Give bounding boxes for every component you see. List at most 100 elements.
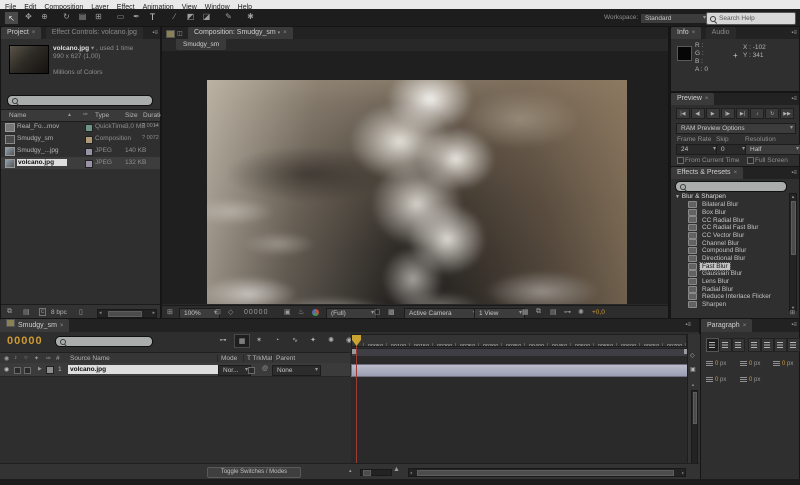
previous-frame-button[interactable]: ◀| — [691, 108, 705, 119]
effects-group-row[interactable]: ▼ Blur & Sharpen — [675, 193, 726, 200]
column-type[interactable]: Type — [95, 112, 109, 119]
time-ruler[interactable]: 0005000100001500020000250003000035000400… — [351, 334, 687, 347]
viewer-timecode[interactable]: 00000 — [244, 309, 268, 316]
resolution-preview-dropdown[interactable]: Half — [745, 144, 800, 155]
footage-thumbnail[interactable] — [9, 45, 49, 74]
rotation-tool-icon[interactable]: ↻ — [60, 12, 73, 21]
show-channel-icon[interactable] — [312, 309, 319, 316]
hide-shy-layers-icon[interactable]: ◔ — [270, 334, 284, 346]
indent-right-field[interactable]: 0 px — [773, 361, 793, 367]
brainstorm-icon[interactable]: ✺ — [324, 334, 338, 346]
label-color-chip[interactable] — [85, 160, 93, 168]
effect-item[interactable]: CC Vector Blur — [671, 232, 791, 240]
magnification-dropdown[interactable]: 100% — [179, 308, 220, 319]
layer-mode-dropdown[interactable]: Nor... — [218, 365, 251, 376]
fast-previews-icon[interactable]: ⧉ — [536, 308, 541, 316]
pen-tool-icon[interactable]: ✒ — [130, 12, 143, 21]
from-current-time-checkbox[interactable] — [677, 157, 684, 164]
column-mode[interactable]: Mode — [217, 355, 237, 362]
full-screen-checkbox[interactable] — [747, 157, 754, 164]
effect-item[interactable]: Reduce Interlace Flicker — [671, 293, 791, 301]
draft-3d-icon[interactable]: ✶ — [252, 334, 266, 346]
loop-button[interactable]: ↻ — [765, 108, 779, 119]
effect-item[interactable]: Bilateral Blur — [671, 201, 791, 209]
timeline-timecode[interactable]: 00000 — [7, 335, 43, 347]
grid-options-icon[interactable]: ⊞ — [167, 308, 173, 316]
comp-flowchart-icon[interactable]: ⊶ — [564, 308, 571, 316]
panel-menu-icon[interactable]: ▪≡ — [791, 321, 797, 329]
layer-solo-checkbox[interactable] — [24, 367, 31, 374]
align-right-button[interactable] — [732, 338, 745, 352]
close-icon[interactable]: × — [32, 30, 36, 36]
project-search-input[interactable] — [7, 95, 153, 106]
layer-source-name[interactable]: volcano.jpg — [68, 365, 218, 374]
tab-preview[interactable]: Preview× — [671, 93, 714, 105]
panel-menu-icon[interactable]: ▪≡ — [685, 321, 691, 329]
effect-item-selected[interactable]: Fast Blur — [671, 263, 791, 271]
toggle-switches-modes-button[interactable]: Toggle Switches / Modes — [207, 467, 301, 478]
mask-visibility-icon[interactable]: ◇ — [228, 308, 233, 316]
tab-info[interactable]: Info× — [671, 27, 701, 39]
effect-item[interactable]: Box Blur — [671, 209, 791, 217]
effect-item[interactable]: Radial Blur — [671, 286, 791, 294]
effects-search-input[interactable] — [675, 181, 787, 192]
layer-trkmat-checkbox[interactable] — [248, 367, 255, 374]
roto-brush-tool-icon[interactable]: ✎ — [222, 12, 235, 21]
project-row-volcano[interactable]: volcano.jpg JPEG 132 KB — [1, 157, 160, 169]
chevron-down-icon[interactable]: ▾ — [278, 30, 281, 36]
tab-composition[interactable]: Composition: Smudgy_sm ▾× — [188, 27, 293, 39]
show-snapshot-icon[interactable]: ♨ — [298, 308, 304, 316]
exposure-value[interactable]: +0,0 — [592, 309, 605, 316]
layer-duration-bar[interactable] — [351, 364, 688, 377]
project-row-real-fo[interactable]: Real_Fo...mov QuickTime 3,0 MB ? 0014 ⚯ — [1, 121, 160, 133]
motion-blur-icon[interactable]: ✦ — [306, 334, 320, 346]
close-icon[interactable]: × — [734, 170, 738, 176]
view-layout-dropdown[interactable]: 1 View — [474, 308, 525, 319]
panel-menu-icon[interactable]: ▪≡ — [152, 29, 158, 37]
layer-parent-dropdown[interactable]: None — [272, 365, 321, 376]
camera-tool-icon[interactable]: ▤ — [76, 12, 89, 21]
composition-viewer[interactable] — [162, 51, 668, 304]
camera-icon[interactable]: ▣ — [690, 366, 696, 373]
effects-vscrollbar[interactable]: ▲ ▼ — [789, 193, 797, 311]
bpc-label[interactable]: 8 bpc — [51, 309, 67, 316]
play-button[interactable]: ▶ — [706, 108, 720, 119]
close-icon[interactable]: × — [705, 96, 709, 102]
last-frame-button[interactable]: ▶| — [736, 108, 750, 119]
layer-expand-arrow-icon[interactable]: ▶ — [38, 366, 42, 372]
label-color-chip[interactable] — [85, 136, 93, 144]
eraser-tool-icon[interactable]: ◪ — [200, 12, 213, 21]
hand-tool-icon[interactable]: ✥ — [22, 12, 35, 21]
timeline-zoom-slider[interactable] — [360, 469, 392, 476]
panel-menu-icon[interactable]: ▪≡ — [791, 169, 797, 177]
effect-item[interactable]: Sharpen — [671, 301, 791, 309]
shield-icon[interactable]: ◇ — [690, 352, 695, 359]
transparency-grid-icon[interactable]: ▩ — [388, 308, 395, 316]
project-row-smudgy-jpg[interactable]: Smudgy_...jpg JPEG 140 KB — [1, 145, 160, 157]
timeline-button-icon[interactable]: ▤ — [550, 308, 557, 316]
timeline-search-input[interactable] — [55, 336, 153, 347]
tab-project[interactable]: Project× — [1, 27, 41, 39]
new-folder-icon[interactable]: ▤ — [23, 308, 30, 316]
justify-last-right-button[interactable] — [774, 338, 787, 352]
column-name[interactable]: Name — [9, 112, 26, 119]
tab-effect-controls[interactable]: Effect Controls: volcano.jpg — [46, 27, 143, 39]
twirl-down-icon[interactable]: ▼ — [675, 194, 680, 200]
type-tool-icon[interactable]: T — [146, 12, 159, 22]
panel-menu-icon[interactable]: ▪≡ — [791, 29, 797, 37]
effect-item[interactable]: Directional Blur — [671, 255, 791, 263]
column-size[interactable]: Size — [125, 112, 138, 119]
ram-preview-options-dropdown[interactable]: RAM Preview Options — [676, 123, 796, 134]
effect-item[interactable]: Lens Blur — [671, 278, 791, 286]
panel-menu-icon[interactable]: ▪≡ — [791, 95, 797, 103]
justify-all-button[interactable] — [787, 338, 800, 352]
space-after-field[interactable]: 0 px — [740, 377, 760, 383]
layer-row[interactable]: ◉ ▶ 1 volcano.jpg Nor... @ None — [0, 363, 350, 377]
justify-last-center-button[interactable] — [761, 338, 774, 352]
interpret-footage-icon[interactable]: ⧉ — [7, 308, 12, 316]
layer-eye-icon[interactable]: ◉ — [4, 366, 9, 373]
camera-view-dropdown[interactable]: Active Camera — [404, 308, 479, 319]
live-update-icon[interactable]: ▦ — [234, 334, 250, 348]
indent-first-line-field[interactable]: 0 px — [740, 361, 760, 367]
tab-effects-presets[interactable]: Effects & Presets× — [671, 167, 743, 179]
